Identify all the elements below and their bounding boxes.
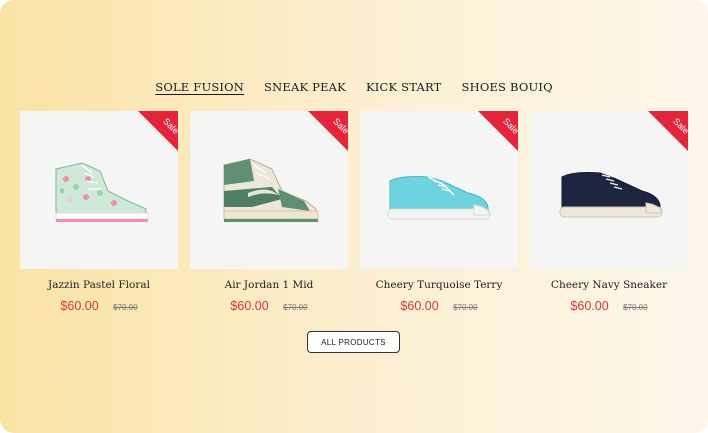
original-price: $70.00 — [283, 303, 308, 312]
sale-price: $60.00 — [60, 299, 99, 313]
product-image[interactable]: Sale — [360, 111, 518, 269]
sale-badge-label: Sale — [501, 116, 518, 136]
tab-sneak-peak[interactable]: SNEAK PEAK — [264, 80, 346, 96]
product-card[interactable]: Sale Jazzin Pastel Floral $60.00 $70.00 — [20, 111, 178, 315]
product-image[interactable]: Sale — [530, 111, 688, 269]
original-price: $70.00 — [453, 303, 478, 312]
product-image[interactable]: Sale — [20, 111, 178, 269]
product-name[interactable]: Cheery Navy Sneaker — [530, 279, 688, 291]
product-image[interactable]: Sale — [190, 111, 348, 269]
sale-price: $60.00 — [230, 299, 269, 313]
sale-ribbon: Sale — [648, 111, 688, 151]
product-card[interactable]: Sale Cheery Turquoise Terry $60.00 $70.0… — [360, 111, 518, 315]
sale-badge-label: Sale — [161, 116, 178, 136]
green-high-top-sneaker-icon — [223, 158, 319, 222]
original-price: $70.00 — [623, 303, 648, 312]
sale-badge-label: Sale — [671, 116, 688, 136]
navy-low-top-sneaker-icon — [559, 172, 663, 218]
product-name[interactable]: Air Jordan 1 Mid — [190, 279, 348, 291]
product-prices: $60.00 $70.00 — [20, 297, 178, 315]
collection-tabs: SOLE FUSION SNEAK PEAK KICK START SHOES … — [0, 80, 708, 96]
sale-price: $60.00 — [400, 299, 439, 313]
tab-kick-start[interactable]: KICK START — [366, 80, 442, 96]
floral-high-top-sneaker-icon — [55, 162, 149, 222]
sale-ribbon: Sale — [478, 111, 518, 151]
product-name[interactable]: Cheery Turquoise Terry — [360, 279, 518, 291]
product-card[interactable]: Sale Cheery Navy Sneaker $60.00 $70.00 — [530, 111, 688, 315]
sale-badge-label: Sale — [331, 116, 348, 136]
product-prices: $60.00 $70.00 — [530, 297, 688, 315]
turquoise-low-top-sneaker-icon — [387, 176, 491, 220]
tab-sole-fusion[interactable]: SOLE FUSION — [155, 80, 244, 96]
page-frame: SOLE FUSION SNEAK PEAK KICK START SHOES … — [0, 0, 708, 433]
product-prices: $60.00 $70.00 — [190, 297, 348, 315]
product-prices: $60.00 $70.00 — [360, 297, 518, 315]
product-card[interactable]: Sale Air Jordan 1 Mid $60.00 $70.00 — [190, 111, 348, 315]
tab-shoes-bouiq[interactable]: SHOES BOUIQ — [462, 80, 553, 96]
all-products-button[interactable]: ALL PRODUCTS — [307, 331, 400, 353]
sale-price: $60.00 — [570, 299, 609, 313]
sale-ribbon: Sale — [138, 111, 178, 151]
product-name[interactable]: Jazzin Pastel Floral — [20, 279, 178, 291]
original-price: $70.00 — [113, 303, 138, 312]
sale-ribbon: Sale — [308, 111, 348, 151]
